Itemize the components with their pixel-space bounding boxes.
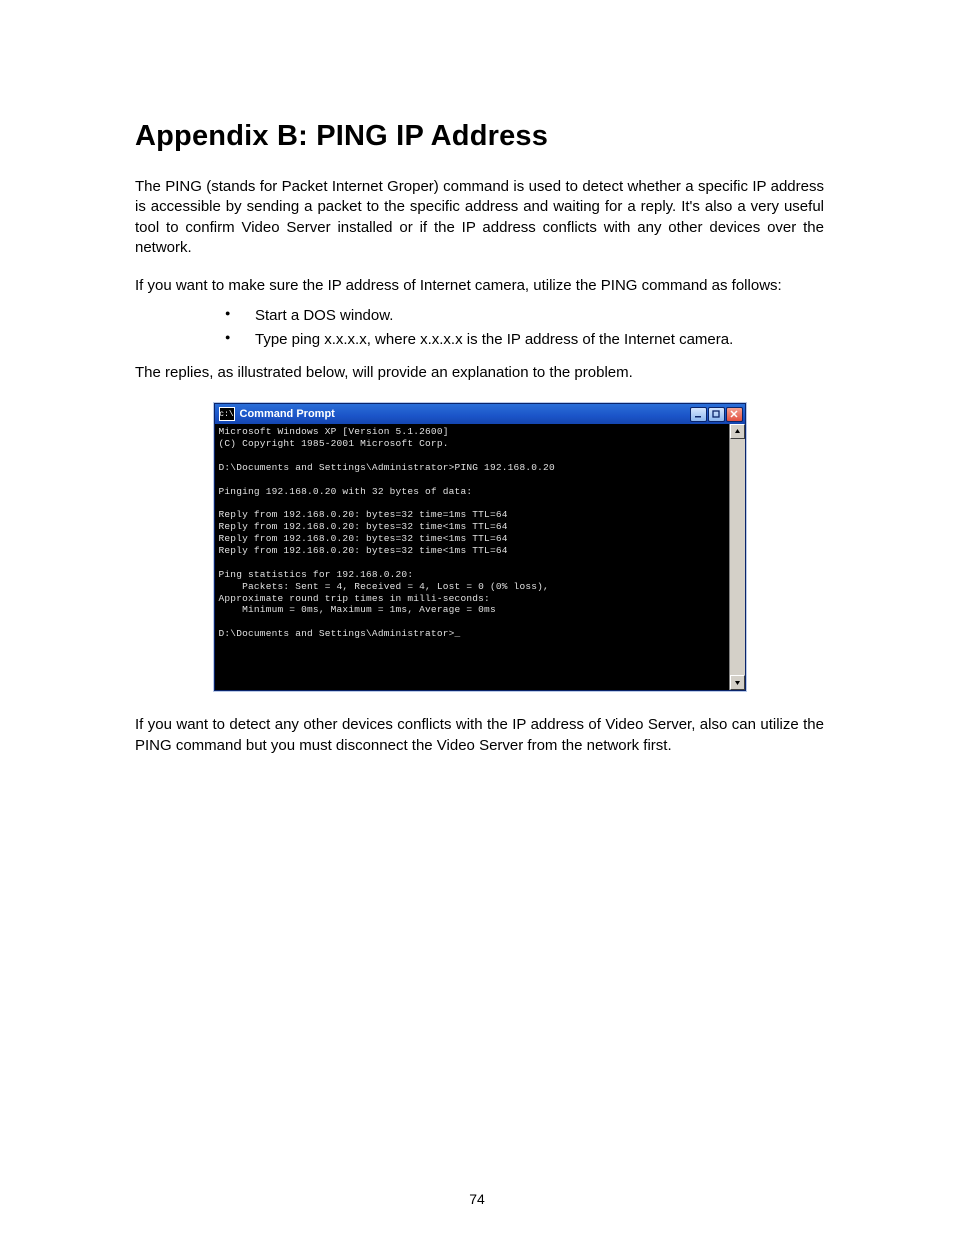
command-prompt-icon: c:\ [219, 407, 235, 421]
command-prompt-window: c:\ Command Prompt Microsoft Windows XP … [214, 403, 746, 691]
command-prompt-figure: c:\ Command Prompt Microsoft Windows XP … [135, 403, 824, 691]
terminal-output: Microsoft Windows XP [Version 5.1.2600] … [215, 424, 729, 690]
scroll-up-button[interactable] [730, 424, 745, 439]
paragraph-replies: The replies, as illustrated below, will … [135, 364, 824, 381]
maximize-button[interactable] [708, 407, 725, 422]
window-controls [690, 407, 743, 422]
scroll-track[interactable] [730, 439, 745, 675]
minimize-button[interactable] [690, 407, 707, 422]
instruction-list: Start a DOS window. Type ping x.x.x.x, w… [135, 304, 824, 352]
paragraph-instructions: If you want to make sure the IP address … [135, 276, 824, 296]
list-item: Type ping x.x.x.x, where x.x.x.x is the … [135, 328, 824, 352]
paragraph-closing: If you want to detect any other devices … [135, 715, 824, 756]
page-number: 74 [0, 1191, 954, 1207]
window-client-area: Microsoft Windows XP [Version 5.1.2600] … [215, 424, 745, 690]
scrollbar[interactable] [729, 424, 745, 690]
page-heading: Appendix B: PING IP Address [135, 120, 824, 153]
paragraph-intro: The PING (stands for Packet Internet Gro… [135, 177, 824, 258]
window-titlebar: c:\ Command Prompt [215, 404, 745, 424]
window-title: Command Prompt [240, 408, 690, 420]
close-button[interactable] [726, 407, 743, 422]
scroll-down-button[interactable] [730, 675, 745, 690]
document-page: Appendix B: PING IP Address The PING (st… [0, 0, 954, 1235]
list-item: Start a DOS window. [135, 304, 824, 328]
